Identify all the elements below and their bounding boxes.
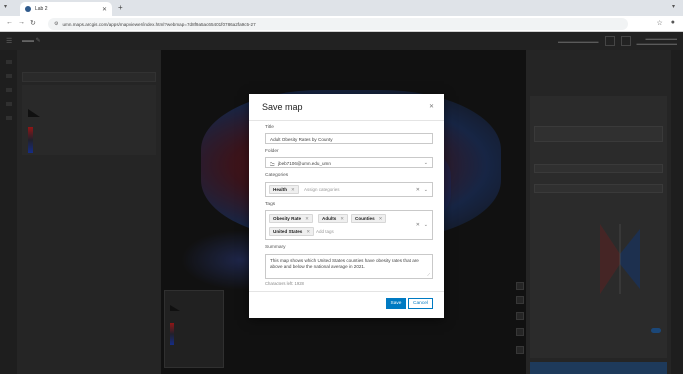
reload-icon[interactable]: ↻ <box>30 19 36 27</box>
site-info-icon[interactable]: ⚙ <box>54 21 58 27</box>
tag-chip-label: Adults <box>322 216 337 221</box>
profile-icon[interactable]: ● <box>671 19 675 27</box>
summary-textarea[interactable]: This map shows which United States count… <box>265 254 433 279</box>
folder-icon: 🗀 <box>270 162 275 167</box>
categories-label: Categories <box>265 173 289 178</box>
chevron-down-icon[interactable]: ⌄ <box>424 160 428 166</box>
folder-value: jbeb7106@umn.edu_umn <box>278 161 331 166</box>
url-input[interactable]: ⚙ umn.maps.arcgis.com/apps/mapviewer/ind… <box>48 18 628 30</box>
tag-chip[interactable]: United States ✕ <box>269 227 315 236</box>
summary-text: This map shows which United States count… <box>270 258 419 269</box>
url-text: umn.maps.arcgis.com/apps/mapviewer/index… <box>62 21 256 27</box>
clear-icon[interactable]: ✕ <box>416 222 420 228</box>
chevron-down-icon[interactable]: ⌄ <box>424 187 428 193</box>
tag-chip-label: Obesity Rate <box>273 216 302 221</box>
category-chip-label: Health <box>273 187 288 192</box>
tag-chip-label: United States <box>273 229 303 234</box>
dialog-title: Save map <box>262 102 303 112</box>
remove-chip-icon[interactable]: ✕ <box>291 187 295 193</box>
remove-chip-icon[interactable]: ✕ <box>340 216 344 222</box>
browser-tab[interactable]: Lab 2 ✕ <box>20 2 112 16</box>
arcgis-favicon-icon <box>25 6 31 12</box>
tags-placeholder: Add tags <box>316 229 334 234</box>
save-map-dialog: Save map ✕ Title Adult Obesity Rates by … <box>249 94 444 318</box>
divider <box>249 120 444 121</box>
resize-handle-icon[interactable]: ⟋ <box>427 272 430 277</box>
browser-tab-bar: ▾ Lab 2 ✕ + ▾ <box>0 0 683 16</box>
categories-input[interactable]: Health ✕ Assign categories ✕ ⌄ <box>265 182 433 197</box>
tag-chip[interactable]: Obesity Rate ✕ <box>269 214 313 223</box>
back-icon[interactable]: ← <box>6 19 13 26</box>
chevron-down-icon[interactable]: ⌄ <box>424 222 428 228</box>
title-input-value: Adult Obesity Rates by County <box>270 137 333 142</box>
folder-label: Folder <box>265 149 279 154</box>
tab-search-icon[interactable]: ▾ <box>4 3 7 10</box>
close-tab-icon[interactable]: ✕ <box>102 6 107 13</box>
bookmark-star-icon[interactable]: ☆ <box>656 19 662 27</box>
remove-chip-icon[interactable]: ✕ <box>306 229 310 235</box>
category-chip[interactable]: Health ✕ <box>269 185 299 194</box>
remove-chip-icon[interactable]: ✕ <box>379 216 383 222</box>
clear-icon[interactable]: ✕ <box>416 187 420 193</box>
browser-tab-title: Lab 2 <box>35 6 48 12</box>
save-button[interactable]: Save <box>386 298 406 309</box>
tags-input[interactable]: Obesity Rate ✕ Adults ✕ Counties ✕ Unite… <box>265 210 433 240</box>
forward-icon[interactable]: → <box>18 19 25 26</box>
tag-chip[interactable]: Counties ✕ <box>351 214 387 223</box>
title-input[interactable]: Adult Obesity Rates by County <box>265 133 433 144</box>
tag-chip[interactable]: Adults ✕ <box>318 214 349 223</box>
cancel-button[interactable]: Cancel <box>408 298 433 309</box>
folder-select[interactable]: 🗀 jbeb7106@umn.edu_umn ⌄ <box>265 157 433 168</box>
close-icon[interactable]: ✕ <box>429 103 434 110</box>
summary-label: Summary <box>265 245 286 250</box>
tag-chip-label: Counties <box>355 216 375 221</box>
remove-chip-icon[interactable]: ✕ <box>305 216 309 222</box>
tags-label: Tags <box>265 202 276 207</box>
new-tab-icon[interactable]: + <box>118 3 123 12</box>
divider <box>249 291 444 292</box>
title-label: Title <box>265 125 274 130</box>
window-menu-icon[interactable]: ▾ <box>672 3 675 10</box>
categories-placeholder: Assign categories <box>304 187 340 192</box>
address-bar: ← → ↻ ⚙ umn.maps.arcgis.com/apps/mapview… <box>0 16 683 32</box>
character-counter: Characters left: 1928 <box>265 281 304 286</box>
